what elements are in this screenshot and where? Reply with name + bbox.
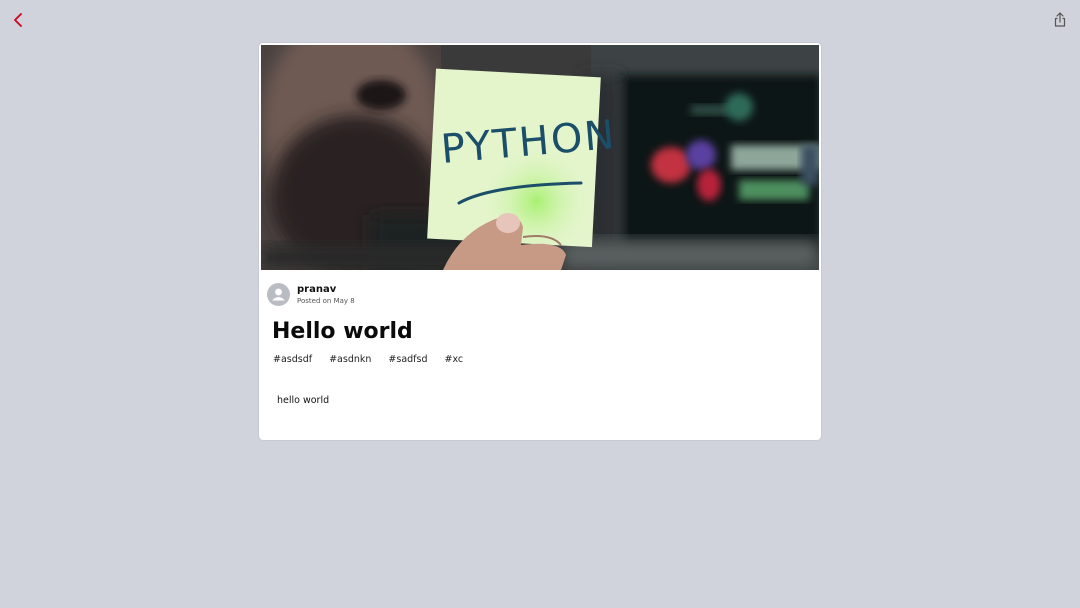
chevron-left-icon <box>14 13 22 27</box>
post-date: Posted on May 8 <box>297 297 355 305</box>
tag-item[interactable]: #asdsdf <box>273 354 312 370</box>
top-bar <box>0 0 1080 40</box>
post-card: PYTHON pranav Posted on May 8 Hello worl… <box>259 43 821 440</box>
tag-item[interactable]: #asdnkn <box>329 354 371 370</box>
back-button[interactable] <box>8 10 28 30</box>
author-name[interactable]: pranav <box>297 284 336 295</box>
post-body: hello world <box>277 395 330 406</box>
cover-photo: PYTHON <box>261 45 819 270</box>
tag-list: #asdsdf #asdnkn #sadfsd #xc <box>273 354 480 370</box>
cover-image: PYTHON <box>261 45 819 270</box>
user-icon <box>272 288 285 301</box>
avatar[interactable] <box>267 283 290 306</box>
tag-item[interactable]: #xc <box>445 354 464 370</box>
share-icon <box>1054 12 1066 27</box>
share-button[interactable] <box>1050 10 1070 30</box>
tag-item[interactable]: #sadfsd <box>388 354 427 370</box>
post-title: Hello world <box>272 319 413 344</box>
author-row: pranav Posted on May 8 <box>267 283 567 309</box>
